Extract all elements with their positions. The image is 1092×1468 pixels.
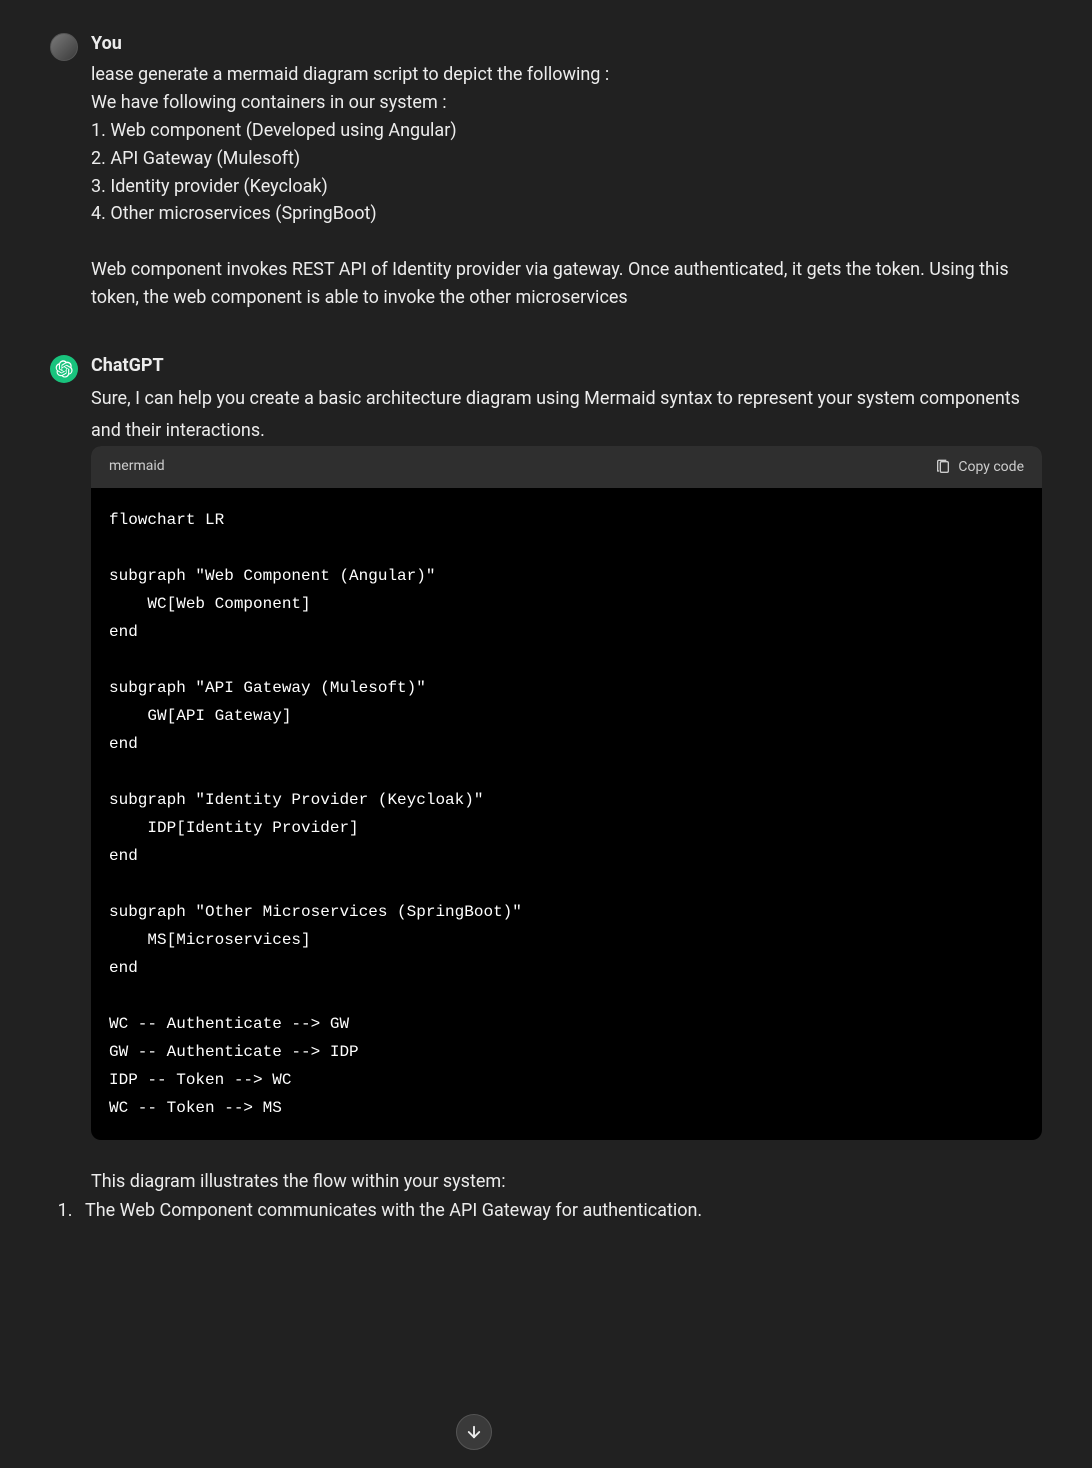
scroll-to-bottom-button[interactable] <box>456 1414 492 1450</box>
assistant-list: The Web Component communicates with the … <box>77 1197 1042 1226</box>
list-item: The Web Component communicates with the … <box>77 1197 1042 1226</box>
assistant-name: ChatGPT <box>91 352 1042 379</box>
user-avatar <box>50 33 78 61</box>
openai-logo-icon <box>55 360 73 378</box>
assistant-message-content: ChatGPT Sure, I can help you create a ba… <box>91 352 1042 1237</box>
user-message-content: You lease generate a mermaid diagram scr… <box>91 30 1042 312</box>
user-name: You <box>91 30 1042 57</box>
assistant-outro-text: This diagram illustrates the flow within… <box>91 1168 1042 1197</box>
code-language-label: mermaid <box>109 456 165 478</box>
user-message-body: lease generate a mermaid diagram script … <box>91 61 1042 312</box>
copy-code-button[interactable]: Copy code <box>935 459 1024 475</box>
assistant-avatar <box>50 355 78 383</box>
clipboard-icon <box>935 459 951 475</box>
code-header: mermaid Copy code <box>91 446 1042 488</box>
copy-code-label: Copy code <box>958 459 1024 475</box>
assistant-message: ChatGPT Sure, I can help you create a ba… <box>50 352 1042 1237</box>
code-body[interactable]: flowchart LR subgraph "Web Component (An… <box>91 488 1042 1140</box>
user-message: You lease generate a mermaid diagram scr… <box>50 30 1042 312</box>
arrow-down-icon <box>465 1423 483 1441</box>
assistant-intro-text: Sure, I can help you create a basic arch… <box>91 383 1042 446</box>
assistant-message-body: Sure, I can help you create a basic arch… <box>91 383 1042 1225</box>
code-block: mermaid Copy code flowchart LR subgraph … <box>91 446 1042 1140</box>
